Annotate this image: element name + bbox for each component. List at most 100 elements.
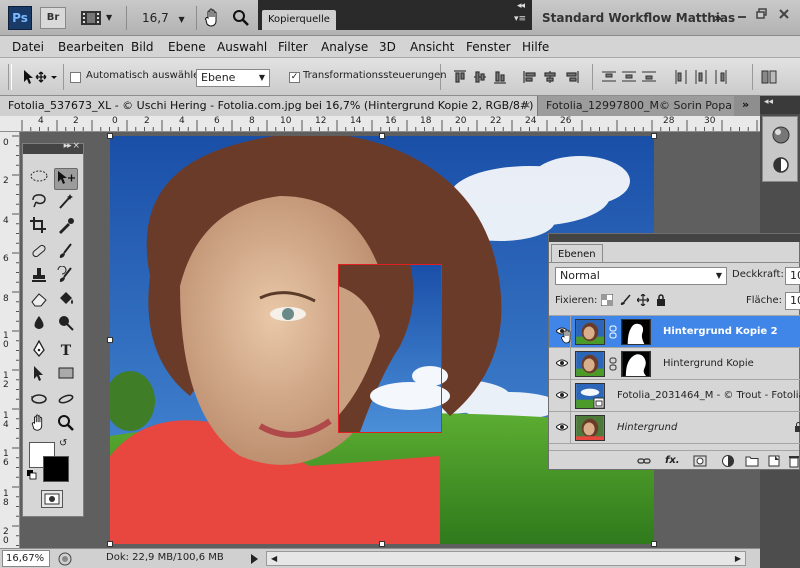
auto-select-dropdown[interactable]: Ebene ▼ [196,69,270,87]
layer-visibility-toggle[interactable] [551,316,571,347]
panel-menu-icon[interactable]: ▾≡ [514,14,526,24]
tool-type[interactable]: T [54,340,78,362]
tool-crop[interactable] [27,216,51,238]
transform-handle[interactable] [107,541,113,547]
tool-preset-picker[interactable] [20,66,60,88]
layers-panel-header[interactable] [549,234,800,242]
zoom-percentage-input[interactable]: 16,67% [2,550,50,567]
menu-bearbeiten[interactable]: Bearbeiten [58,36,124,58]
transform-handle[interactable] [651,133,657,139]
transform-handle[interactable] [379,541,385,547]
menu-filter[interactable]: Filter [278,36,308,58]
workspace-more[interactable]: » [714,7,722,29]
status-menu-arrow[interactable] [248,552,260,566]
menu-hilfe[interactable]: Hilfe [522,36,549,58]
tool-pen[interactable] [27,339,51,362]
close-tab-button[interactable]: × [523,96,531,116]
tool-dodge[interactable] [54,314,78,336]
lock-pixels-button[interactable] [619,294,631,306]
layer-style-button[interactable]: fx. [665,454,680,468]
tool-clone-stamp[interactable] [27,266,51,288]
adjustments-panel-button[interactable] [771,125,791,145]
layer-visibility-toggle[interactable] [551,412,571,443]
transform-handle[interactable] [379,133,385,139]
clone-source-tab[interactable]: Kopierquelle [262,10,336,30]
collapse-panel-button[interactable]: ▸▸ × [64,141,80,151]
align-buttons-group[interactable] [452,69,584,85]
tool-zoom[interactable] [54,414,78,436]
masks-panel-button[interactable] [771,155,791,175]
fill-input[interactable]: 100 [785,292,800,310]
grip-handle[interactable] [8,64,12,90]
layer-visibility-toggle[interactable] [551,348,571,379]
scroll-right-icon[interactable]: ▶ [735,554,741,563]
blend-mode-dropdown[interactable]: Normal ▼ [555,267,727,285]
menu-analyse[interactable]: Analyse [321,36,368,58]
layer-name[interactable]: Fotolia_2031464_M - © Trout - Fotolia.co… [617,380,800,411]
new-layer-button[interactable] [767,454,781,468]
new-group-button[interactable] [745,454,759,468]
layer-name[interactable]: Hintergrund [617,412,677,443]
add-mask-button[interactable] [693,454,707,468]
minimize-button[interactable] [736,8,748,20]
link-icon[interactable] [609,357,617,371]
tab-document-active[interactable]: Fotolia_537673_XL - © Uschi Hering - Fot… [0,96,538,116]
tool-paint-bucket[interactable] [54,290,78,312]
close-window-button[interactable] [778,8,790,20]
swap-colors-icon[interactable]: ↺ [59,438,71,450]
tool-history-brush[interactable] [54,265,78,288]
transform-controls-checkbox[interactable]: ✓ [289,72,300,83]
menu-datei[interactable]: Datei [12,36,44,58]
layer-name[interactable]: Hintergrund Kopie 2 [663,316,778,347]
horizontal-scrollbar[interactable]: ◀ ▶ [266,551,746,566]
tools-panel-header[interactable]: ▸▸ × [23,141,83,154]
menu-3d[interactable]: 3D [379,36,396,58]
restore-button[interactable] [756,8,768,20]
default-colors-icon[interactable] [27,470,37,480]
auto-select-checkbox[interactable] [70,72,81,83]
layer-row[interactable]: Hintergrund [549,412,800,444]
background-color-swatch[interactable] [43,456,69,482]
transform-selection-box[interactable] [338,264,442,433]
status-info-button[interactable] [58,552,72,566]
tool-3d-orbit[interactable] [54,390,78,412]
link-icon[interactable] [609,325,617,339]
collapse-panel-button[interactable]: ◂◂ [764,97,773,107]
transform-handle[interactable] [107,337,113,343]
tool-lasso[interactable] [27,192,51,214]
auto-align-button[interactable] [760,68,778,86]
layer-row[interactable]: Fotolia_2031464_M - © Trout - Fotolia.co… [549,380,800,412]
scroll-left-icon[interactable]: ◀ [271,554,277,563]
tool-hand[interactable] [27,414,51,436]
transform-handle[interactable] [651,541,657,547]
tool-brush[interactable] [54,242,78,264]
more-tabs-button[interactable]: » [742,98,749,111]
vertical-ruler[interactable]: 0 2 4 6 8 1 0 1 2 1 4 1 6 1 8 2 0 [0,132,20,548]
screen-mode-dropdown[interactable]: ▼ [106,7,112,29]
menu-auswahl[interactable]: Auswahl [217,36,267,58]
layer-row[interactable]: Hintergrund Kopie 2 [549,316,800,348]
delete-layer-button[interactable] [787,454,800,468]
menu-fenster[interactable]: Fenster [466,36,511,58]
tab-layers[interactable]: Ebenen [551,244,603,263]
opacity-input[interactable]: 100 [785,267,800,285]
screen-mode-button[interactable] [80,7,102,29]
tab-document-2[interactable]: Fotolia_12997800_M© Sorin Popa [538,96,734,116]
lock-position-button[interactable] [636,293,650,307]
quick-mask-button[interactable] [41,490,63,508]
distribute-buttons-group[interactable] [602,69,748,85]
workspace-switcher[interactable]: Standard Workflow Matthias [542,7,735,29]
menu-ebene[interactable]: Ebene [168,36,206,58]
new-adjustment-layer-button[interactable] [721,454,735,468]
dock-header[interactable]: ◂◂ [760,96,800,114]
collapse-panel-button[interactable]: ◂◂ [517,1,525,11]
tool-quick-selection[interactable] [54,192,78,214]
menu-bild[interactable]: Bild [131,36,154,58]
link-layers-button[interactable] [637,454,651,468]
tool-3d-rotate[interactable] [27,390,51,412]
transform-handle[interactable] [107,133,113,139]
layer-mask-thumbnail[interactable] [621,319,651,345]
lock-all-button[interactable] [655,294,667,306]
layer-mask-thumbnail[interactable] [621,351,651,377]
horizontal-ruler[interactable]: 4 2 0 2 4 6 8 10 12 14 16 18 20 22 24 26… [0,116,760,132]
